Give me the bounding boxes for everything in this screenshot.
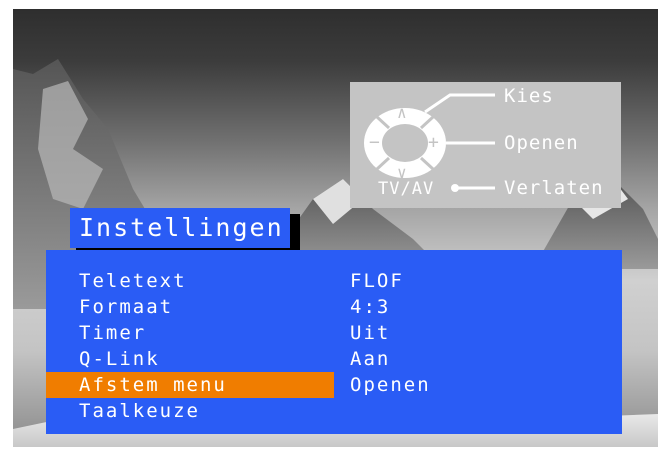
menu-item-value: FLOF bbox=[350, 270, 404, 292]
help-verlaten-label: Verlaten bbox=[504, 177, 604, 199]
menu-item-q-link[interactable]: Q-Link Aan bbox=[46, 346, 622, 372]
menu-item-value: 4:3 bbox=[350, 296, 391, 318]
menu-item-timer[interactable]: Timer Uit bbox=[46, 320, 622, 346]
menu-item-afstem-menu[interactable]: Afstem menu Openen bbox=[46, 372, 622, 398]
remote-help-box: ∧ ∨ − + Kies Openen Verlaten TV/AV bbox=[350, 82, 621, 208]
menu-item-label: Timer bbox=[79, 322, 147, 344]
menu-item-label: Formaat bbox=[79, 296, 174, 318]
menu-item-value: Aan bbox=[350, 348, 391, 370]
up-arrow-icon: ∧ bbox=[397, 103, 408, 122]
minus-icon: − bbox=[369, 132, 381, 153]
menu-item-taalkeuze[interactable]: Taalkeuze bbox=[46, 398, 622, 424]
help-tvav-label: TV/AV bbox=[378, 179, 435, 199]
menu-title: Instellingen bbox=[70, 208, 290, 248]
menu-item-label: Q-Link bbox=[79, 348, 160, 370]
help-kies-label: Kies bbox=[504, 85, 554, 107]
menu-item-teletext[interactable]: Teletext FLOF bbox=[46, 268, 622, 294]
menu-item-label: Afstem menu bbox=[79, 374, 227, 396]
menu-item-formaat[interactable]: Formaat 4:3 bbox=[46, 294, 622, 320]
plus-icon: + bbox=[428, 132, 440, 153]
settings-menu-panel: Teletext FLOF Formaat 4:3 Timer Uit Q-Li… bbox=[46, 250, 622, 434]
menu-item-value: Uit bbox=[350, 322, 391, 344]
help-openen-label: Openen bbox=[504, 132, 579, 154]
menu-item-value: Openen bbox=[350, 374, 431, 396]
menu-item-label: Teletext bbox=[79, 270, 187, 292]
menu-item-label: Taalkeuze bbox=[79, 400, 200, 422]
